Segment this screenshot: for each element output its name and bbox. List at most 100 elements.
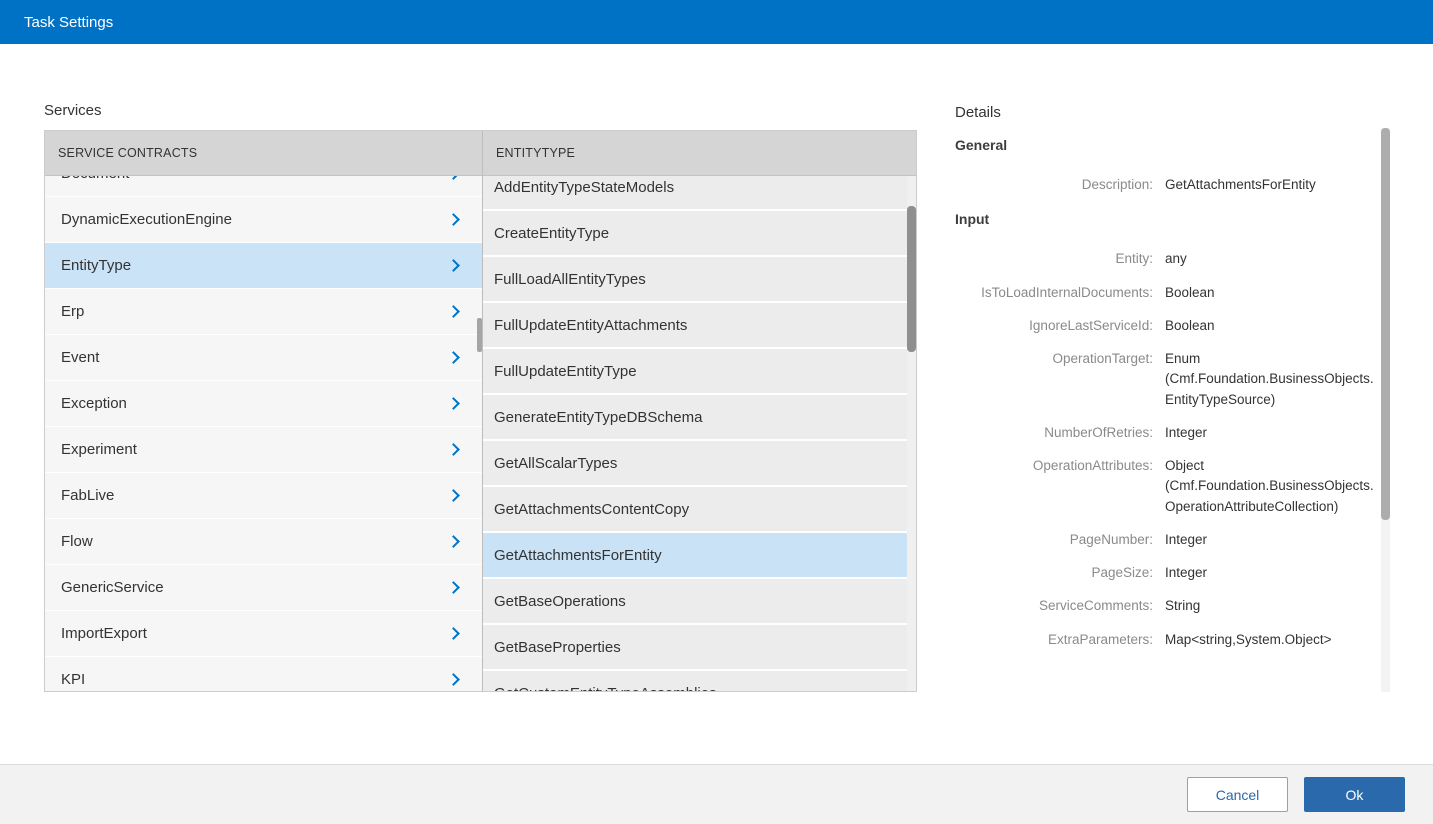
chevron-right-icon	[447, 489, 460, 502]
operation-item[interactable]: GetBaseProperties	[483, 625, 907, 669]
details-field: IgnoreLastServiceId: Boolean	[955, 316, 1375, 336]
service-contracts-list: Document DynamicExecutionEngine EntityType…	[45, 176, 482, 691]
operation-item[interactable]: FullUpdateEntityType	[483, 349, 907, 393]
service-contract-label: FabLive	[61, 487, 115, 504]
service-contract-item[interactable]: Erp	[45, 289, 482, 334]
services-panel: SERVICE CONTRACTS Document DynamicExecuti…	[44, 130, 917, 692]
details-field: OperationTarget: Enum (Cmf.Foundation.Bus…	[955, 349, 1375, 410]
service-contract-label: ImportExport	[61, 625, 147, 642]
service-contract-label: EntityType	[61, 257, 132, 274]
details-field-label: NumberOfRetries:	[1044, 424, 1153, 440]
details-field-value: Enum (Cmf.Foundation.BusinessObjects. En…	[1165, 351, 1374, 407]
service-contract-item[interactable]: DynamicExecutionEngine	[45, 197, 482, 242]
operation-item[interactable]: FullUpdateEntityAttachments	[483, 303, 907, 347]
operation-label: GetCustomEntityTypeAssemblies	[494, 685, 896, 692]
details-field-value: Integer	[1165, 565, 1208, 580]
operations-header: ENTITYTYPE	[483, 131, 916, 176]
operation-label: CreateEntityType	[494, 224, 610, 242]
details-field: ServiceComments: String	[955, 596, 1375, 616]
operation-item[interactable]: AddEntityTypeStateModels	[483, 176, 907, 209]
details-section-heading: Input	[955, 211, 990, 228]
details-field: PageNumber: Integer	[955, 530, 1375, 550]
details-field-label: Entity:	[1115, 251, 1153, 267]
details-field-label: ExtraParameters:	[1047, 631, 1153, 647]
service-contracts-header: SERVICE CONTRACTS	[45, 131, 482, 176]
operation-label: GenerateEntityTypeDBSchema	[494, 408, 703, 426]
details-panel: Details General Description: GetAttachment…	[955, 104, 1375, 663]
operation-item[interactable]: FullLoadAllEntityTypes	[483, 257, 907, 301]
operation-label: FullUpdateEntityType	[494, 362, 637, 380]
details-field-label: PageSize:	[1091, 565, 1153, 580]
dialog-content: Services SERVICE CONTRACTS Document Dynam…	[0, 44, 1433, 764]
chevron-right-icon	[447, 443, 460, 456]
details-field-value: Integer	[1165, 424, 1208, 440]
details-scrollbar-thumb[interactable]	[1381, 128, 1390, 520]
chevron-right-icon	[447, 581, 460, 594]
service-contract-item[interactable]: GenericService	[45, 565, 482, 610]
chevron-right-icon	[447, 397, 460, 410]
dialog-titlebar: Task Settings	[0, 0, 1433, 44]
details-field-value: Object (Cmf.Foundation.BusinessObjects. …	[1165, 458, 1374, 514]
operation-item[interactable]: GetBaseOperations	[483, 579, 907, 623]
cancel-button[interactable]: Cancel	[1187, 777, 1288, 812]
operation-item[interactable]: GetAllScalarTypes	[483, 441, 907, 485]
service-contract-item[interactable]: Document	[45, 176, 482, 196]
operations-rows: AddEntityTypeStateModels CreateEntityType…	[483, 176, 907, 691]
details-section-heading: General	[955, 137, 1008, 153]
chevron-right-icon	[447, 673, 460, 686]
service-contract-item[interactable]: ImportExport	[45, 611, 482, 656]
service-contract-item[interactable]: Flow	[45, 519, 482, 564]
details-field-value: Integer	[1165, 531, 1208, 547]
operation-item[interactable]: GetAttachmentsForEntity	[483, 533, 907, 577]
operation-label: GetBaseOperations	[494, 592, 626, 610]
service-contract-label: Document	[61, 176, 449, 182]
details-field: Entity: any	[955, 249, 1375, 269]
details-field: PageSize: Integer	[955, 563, 1375, 583]
dialog-footer: Cancel Ok	[0, 764, 1433, 824]
details-field-value: GetAttachmentsForEntity	[1165, 177, 1316, 192]
task-settings-dialog: Task Settings Services SERVICE CONTRACTS…	[0, 0, 1433, 824]
service-contract-item[interactable]: Experiment	[45, 427, 482, 472]
details-field: NumberOfRetries: Integer	[955, 423, 1375, 443]
details-scrollbar-track[interactable]	[1381, 128, 1390, 692]
details-field-value: Boolean	[1165, 284, 1215, 300]
operation-item[interactable]: GetCustomEntityTypeAssemblies	[483, 671, 907, 691]
details-field: Description: GetAttachmentsForEntity	[955, 175, 1375, 195]
service-contract-label: Flow	[61, 533, 93, 550]
operations-scrollbar-thumb[interactable]	[907, 206, 916, 352]
operations-scrollbar-track[interactable]	[907, 176, 916, 691]
details-field-value: Boolean	[1165, 317, 1215, 333]
operation-label: FullLoadAllEntityTypes	[494, 270, 646, 288]
service-contract-item[interactable]: FabLive	[45, 473, 482, 518]
details-field-value: any	[1165, 251, 1187, 267]
operation-label: GetAttachmentsForEntity	[494, 546, 662, 564]
ok-button[interactable]: Ok	[1304, 777, 1405, 812]
service-contract-label: Erp	[61, 303, 85, 320]
service-contract-item[interactable]: EntityType	[45, 243, 482, 288]
operation-label: GetBaseProperties	[494, 638, 621, 656]
details-field-value: String	[1165, 598, 1201, 614]
service-contracts-rows: Document DynamicExecutionEngine EntityType…	[45, 176, 482, 691]
details-sections: General Description: GetAttachmentsForEnti…	[955, 137, 1375, 650]
details-field: IsToLoadInternalDocuments: Boolean	[955, 283, 1375, 303]
service-contracts-scrollbar-thumb[interactable]	[477, 318, 482, 352]
details-field-label: Description:	[1081, 177, 1153, 192]
details-field-label: PageNumber:	[1069, 531, 1153, 547]
service-contract-item[interactable]: Event	[45, 335, 482, 380]
service-contract-label: KPI	[61, 671, 86, 688]
service-contract-label: Event	[61, 349, 100, 366]
dialog-title: Task Settings	[24, 13, 114, 31]
operation-item[interactable]: CreateEntityType	[483, 211, 907, 255]
service-contract-item[interactable]: KPI	[45, 657, 482, 691]
operation-item[interactable]: GetAttachmentsContentCopy	[483, 487, 907, 531]
details-field: OperationAttributes: Object (Cmf.Foundati…	[955, 456, 1375, 517]
service-contract-label: Experiment	[61, 441, 137, 458]
operation-item[interactable]: GenerateEntityTypeDBSchema	[483, 395, 907, 439]
details-field-label: IgnoreLastServiceId:	[1029, 317, 1153, 333]
service-contract-label: GenericService	[61, 579, 164, 596]
chevron-right-icon	[447, 213, 460, 226]
operation-label: AddEntityTypeStateModels	[494, 178, 675, 196]
service-contract-label: Exception	[61, 395, 127, 412]
service-contract-item[interactable]: Exception	[45, 381, 482, 426]
service-contract-label: DynamicExecutionEngine	[61, 211, 232, 228]
